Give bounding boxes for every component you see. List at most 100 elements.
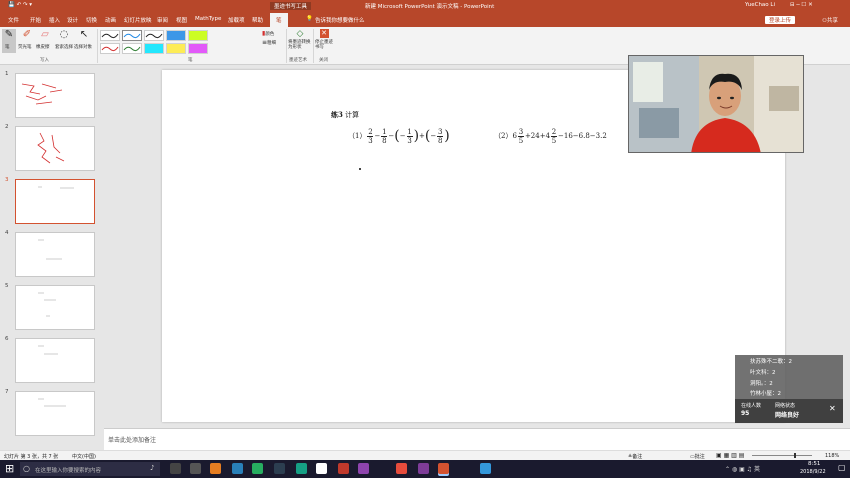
divider — [286, 29, 287, 63]
comments-toggle-button[interactable]: ▭批注 — [690, 453, 705, 460]
slide-thumbnail-2[interactable] — [15, 126, 95, 171]
slide-thumbnail-1[interactable] — [15, 73, 95, 118]
taskbar-search-box[interactable]: ○ 在这里输入你要搜索的内容 ♪ — [20, 462, 160, 476]
pen-swatch[interactable] — [188, 43, 208, 54]
slide-thumbnail-4[interactable] — [15, 232, 95, 277]
taskbar-app-icon[interactable] — [232, 463, 243, 474]
tab-animations[interactable]: 动画 — [105, 16, 116, 24]
slide-thumbnail-6[interactable] — [15, 338, 95, 383]
tell-me-search[interactable]: 告诉我你想要做什么 — [315, 16, 365, 24]
lasso-button[interactable]: ◌ 套索选择 — [55, 29, 73, 53]
taskbar-app-icon[interactable] — [274, 463, 285, 474]
taskbar-app-icon[interactable] — [480, 463, 491, 474]
taskbar-app-icon[interactable] — [316, 463, 327, 474]
tab-help[interactable]: 帮助 — [252, 16, 263, 24]
tab-review[interactable]: 审阅 — [157, 16, 168, 24]
tab-view[interactable]: 视图 — [176, 16, 187, 24]
pen-tool-button[interactable]: ✎ 笔 — [2, 29, 16, 53]
login-upload-button[interactable]: 登录上传 — [765, 16, 796, 24]
stop-inking-button[interactable]: ✕ 停止墨迹书写 — [315, 29, 333, 55]
zoom-level[interactable]: 118% — [825, 453, 839, 459]
taskbar-app-icon[interactable] — [296, 463, 307, 474]
eraser-button[interactable]: ▱ 橡皮擦 — [36, 29, 54, 53]
thumb-number: 5 — [5, 283, 9, 289]
taskbar-app-icon[interactable] — [252, 463, 263, 474]
tab-insert[interactable]: 插入 — [49, 16, 60, 24]
pointer-icon: ↖ — [79, 29, 89, 40]
taskbar-app-icon[interactable] — [170, 463, 181, 474]
chat-message: 洞阳。：2 — [750, 381, 773, 387]
slide-thumbnail-ink — [37, 132, 65, 164]
window-controls[interactable]: ⊟ ─ ☐ ✕ — [790, 2, 813, 8]
notification-icon[interactable]: ▢ — [838, 463, 846, 472]
zoom-slider-handle[interactable] — [794, 453, 796, 458]
pen-swatch[interactable] — [122, 43, 142, 54]
pen-swatch[interactable] — [166, 30, 186, 41]
share-button[interactable]: ⚇共享 — [822, 16, 838, 24]
pen-icon: ✎ — [4, 29, 14, 40]
slide-thumbnail-7[interactable] — [15, 391, 95, 436]
tab-home[interactable]: 开始 — [30, 16, 41, 24]
color-button[interactable]: ▮颜色 — [262, 30, 274, 37]
pen-swatch[interactable] — [100, 30, 120, 41]
chat-footer: 在线人数 95 网络状态 网络良好 ✕ — [735, 399, 843, 423]
chat-message: 扶苏殊不二歌：2 — [750, 359, 792, 365]
status-bar: 幻灯片 第 3 张，共 7 张 中文(中国) ≜备注 ▭批注 ▣ ▦ ▥ ▤ 1… — [0, 450, 850, 460]
taskbar-app-icon[interactable] — [438, 463, 449, 474]
system-tray-icons[interactable]: ⌃ ◍ ▣ ♫ 英 — [725, 464, 760, 473]
notes-pane[interactable]: 单击此处添加备注 — [104, 428, 850, 450]
pen-swatch[interactable] — [100, 43, 120, 54]
thickness-button[interactable]: ≡粗细 — [262, 39, 276, 46]
language-status[interactable]: 中文(中国) — [72, 453, 96, 460]
close-x-icon: ✕ — [319, 29, 329, 38]
tab-design[interactable]: 设计 — [67, 16, 78, 24]
notes-toggle-button[interactable]: ≜备注 — [628, 453, 642, 460]
thumb-number: 1 — [5, 71, 9, 77]
close-icon[interactable]: ✕ — [829, 404, 836, 413]
highlighter-icon: ✐ — [22, 29, 32, 40]
webcam-video — [628, 55, 804, 153]
taskbar-app-icon[interactable] — [396, 463, 407, 474]
select-objects-button[interactable]: ↖ 选择对象 — [74, 29, 94, 53]
slide-thumbnail-5[interactable] — [15, 285, 95, 330]
taskbar-app-icon[interactable] — [210, 463, 221, 474]
tab-addins[interactable]: 加载项 — [228, 16, 245, 24]
view-buttons[interactable]: ▣ ▦ ▥ ▤ — [716, 452, 744, 459]
pen-swatch[interactable] — [166, 43, 186, 54]
context-tab-label: 墨迹书写工具 — [270, 2, 312, 10]
slide-thumbnail-3[interactable] — [15, 179, 95, 224]
slide-thumbnail-ink — [38, 239, 62, 260]
clock-time: 8:51 — [808, 461, 821, 467]
quick-access-icons[interactable]: 💾 ↶ ↷ ▾ — [8, 2, 32, 8]
divider — [97, 29, 98, 63]
taskbar-app-icon[interactable] — [358, 463, 369, 474]
taskbar-app-icon[interactable] — [338, 463, 349, 474]
tab-pen[interactable]: 笔 — [270, 13, 288, 27]
problem-1: （1） 23 − 18 −(− 13 ) +(− 38 ) — [348, 128, 450, 145]
tab-transitions[interactable]: 切换 — [86, 16, 97, 24]
viewer-count: 95 — [741, 410, 750, 417]
highlighter-button[interactable]: ✐ 荧光笔 — [18, 29, 36, 53]
pen-swatch[interactable] — [122, 30, 142, 41]
pen-swatch[interactable] — [144, 43, 164, 54]
fraction: 25 — [551, 128, 558, 145]
webcam-image — [629, 56, 803, 152]
taskbar-app-icon[interactable] — [190, 463, 201, 474]
slide-thumbnail-ink — [38, 186, 74, 189]
exercise-heading: 练3 计算 — [331, 110, 360, 119]
thumb-number: 2 — [5, 124, 9, 130]
ink-to-shape-button[interactable]: ◇ 将墨迹转换为形状 — [288, 29, 312, 55]
pen-swatch[interactable] — [188, 30, 208, 41]
taskbar-app-icon[interactable] — [418, 463, 429, 474]
thumb-number: 7 — [5, 389, 9, 395]
windows-start-icon[interactable]: ⊞ — [5, 462, 14, 475]
zoom-slider[interactable] — [752, 455, 812, 456]
slide-count-status: 幻灯片 第 3 张，共 7 张 — [4, 454, 59, 460]
lasso-icon: ◌ — [59, 29, 69, 40]
tab-file[interactable]: 文件 — [8, 16, 19, 24]
user-name[interactable]: YueChao Li — [745, 2, 775, 8]
chat-message: 竹林小屋：2 — [750, 391, 781, 397]
tab-slideshow[interactable]: 幻灯片放映 — [124, 16, 152, 24]
tab-mathtype[interactable]: MathType — [195, 16, 221, 22]
pen-swatch[interactable] — [144, 30, 164, 41]
